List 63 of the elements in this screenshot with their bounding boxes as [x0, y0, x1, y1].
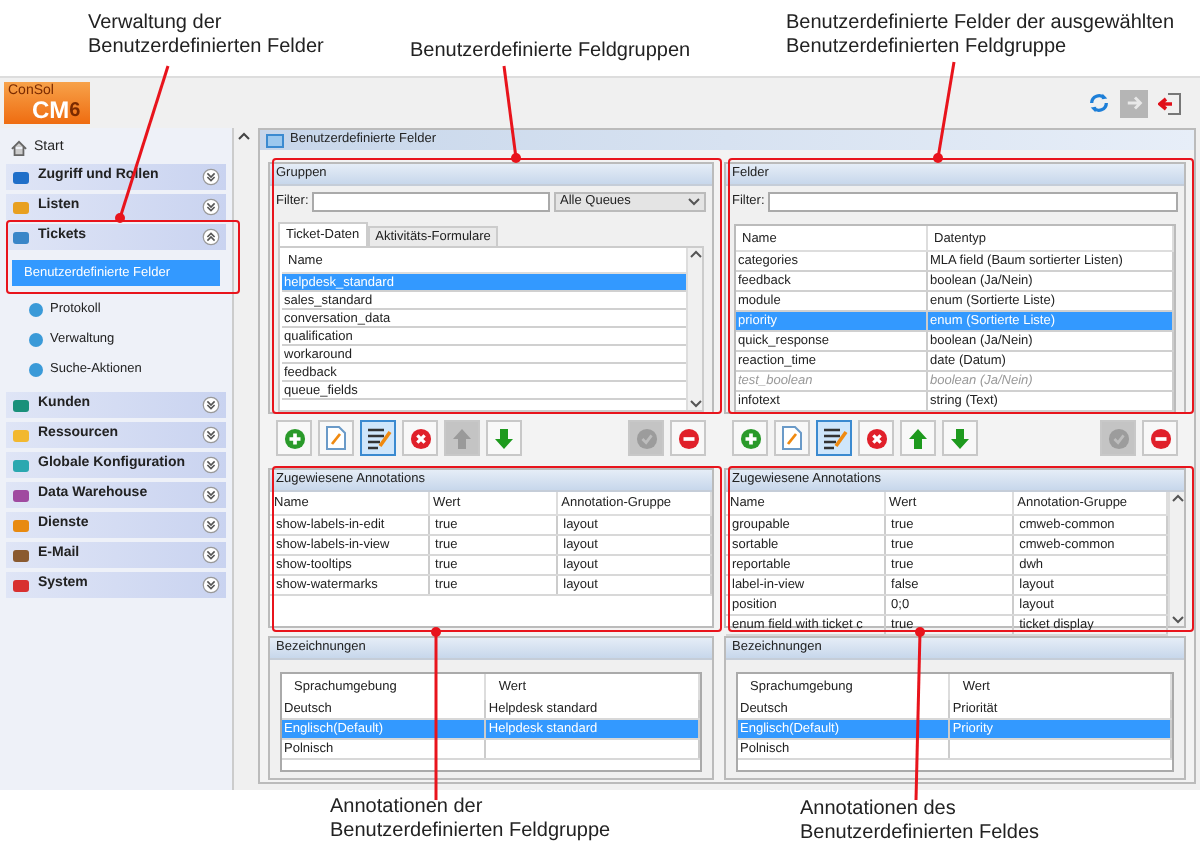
- logout-button[interactable]: [1156, 89, 1184, 117]
- callout-text: Benutzerdefinierte Feldgruppen: [410, 40, 691, 64]
- remove-button[interactable]: [1142, 420, 1178, 456]
- expand-icon[interactable]: [202, 546, 221, 564]
- scroll-down-icon: [1171, 616, 1183, 624]
- arrow-down-icon: [950, 427, 970, 449]
- delete-button[interactable]: [402, 420, 438, 456]
- filter-field[interactable]: [768, 192, 1178, 212]
- scroll-up-icon: [689, 250, 701, 258]
- scroll-down-icon: [689, 400, 701, 408]
- expand-icon[interactable]: [202, 516, 221, 534]
- list-edit-icon: [365, 426, 391, 450]
- document-icon: [782, 426, 802, 450]
- leader-line: [502, 65, 521, 163]
- add-icon: [739, 427, 761, 449]
- remove-icon: [1149, 427, 1171, 449]
- delete-icon: [409, 427, 431, 449]
- list-edit-icon: [821, 426, 847, 450]
- scrollbar[interactable]: [686, 248, 702, 410]
- callout-text: Verwaltung der Benutzerdefinierten Felder: [88, 12, 324, 60]
- document-icon: [326, 426, 346, 450]
- callout-text: Benutzerdefinierte Felder der ausgewählten Benutzerdefinierten Feldgruppe: [786, 12, 1175, 60]
- callout-text: Annotationen des Benutzerdefinierten Feldes: [800, 798, 1040, 846]
- check-icon: [1107, 427, 1129, 449]
- remove-button[interactable]: [670, 420, 706, 456]
- arrow-up-icon: [452, 427, 472, 449]
- callout-text: Annotationen der Benutzerdefinierten Feldgruppe: [330, 796, 611, 844]
- expand-icon[interactable]: [202, 396, 221, 414]
- add-button[interactable]: [276, 420, 312, 456]
- arrow-icon: [1125, 94, 1143, 112]
- chevron-down-icon: [688, 198, 700, 206]
- expand-icon[interactable]: [202, 456, 221, 474]
- home-icon: [10, 140, 28, 156]
- expand-icon[interactable]: [202, 168, 221, 186]
- leader-line: [933, 61, 956, 163]
- scroll-up-icon[interactable]: [238, 132, 251, 140]
- scroll-up-icon: [1171, 494, 1183, 502]
- up-button[interactable]: [900, 420, 936, 456]
- down-button[interactable]: [486, 420, 522, 456]
- add-button[interactable]: [732, 420, 768, 456]
- delete-icon: [865, 427, 887, 449]
- down-button[interactable]: [942, 420, 978, 456]
- edit-button[interactable]: [816, 420, 852, 456]
- remove-icon: [677, 427, 699, 449]
- add-icon: [283, 427, 305, 449]
- edit-button[interactable]: [360, 420, 396, 456]
- scrollbar[interactable]: [1168, 492, 1184, 626]
- expand-icon[interactable]: [202, 426, 221, 444]
- expand-icon[interactable]: [202, 576, 221, 594]
- expand-icon[interactable]: [202, 486, 221, 504]
- logo-version: 6: [69, 102, 81, 122]
- refresh-button[interactable]: [1084, 89, 1112, 117]
- collapse-icon[interactable]: [202, 228, 221, 246]
- arrow-up-icon: [908, 427, 928, 449]
- expand-icon[interactable]: [202, 198, 221, 216]
- logout-icon: [1158, 91, 1182, 115]
- delete-button[interactable]: [858, 420, 894, 456]
- filter-field[interactable]: [312, 192, 550, 212]
- folder-icon: [266, 133, 284, 147]
- refresh-icon: [1087, 92, 1109, 114]
- check-icon: [635, 427, 657, 449]
- logo-product: CM: [32, 98, 70, 122]
- arrow-down-icon: [494, 427, 514, 449]
